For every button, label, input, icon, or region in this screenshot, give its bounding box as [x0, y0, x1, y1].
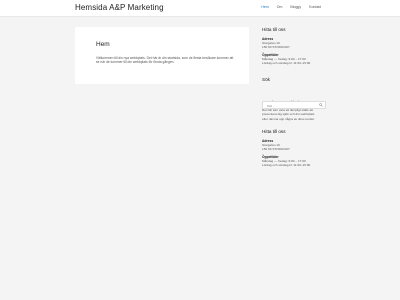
- site-header: Hemsida A&P Marketing Hem Om Bloggy Kont…: [0, 0, 400, 17]
- search-input[interactable]: Sök …: [262, 101, 326, 109]
- main-nav: Hem Om Bloggy Kontakt: [257, 5, 325, 9]
- nav-item-bloggy[interactable]: Bloggy: [286, 5, 305, 9]
- nav-item-kontakt[interactable]: Kontakt: [305, 5, 325, 9]
- search-placeholder: Sök …: [267, 103, 277, 108]
- main-content: Hem Välkommen till din nya webbplats. De…: [75, 27, 249, 84]
- page-title: Hem: [96, 41, 110, 48]
- site-title[interactable]: Hemsida A&P Marketing: [75, 3, 164, 12]
- nav-item-om[interactable]: Om: [273, 5, 287, 9]
- search-icon[interactable]: [319, 103, 323, 107]
- nav-item-hem[interactable]: Hem: [257, 5, 272, 9]
- hours-line: Lördag och söndag kl: 11:00–15:00: [262, 162, 311, 167]
- page-text: Välkommen till din nya webbplats. Det hä…: [96, 56, 234, 65]
- sidebar: Hitta till oss Adress Storgatan 10 150 0…: [262, 27, 330, 167]
